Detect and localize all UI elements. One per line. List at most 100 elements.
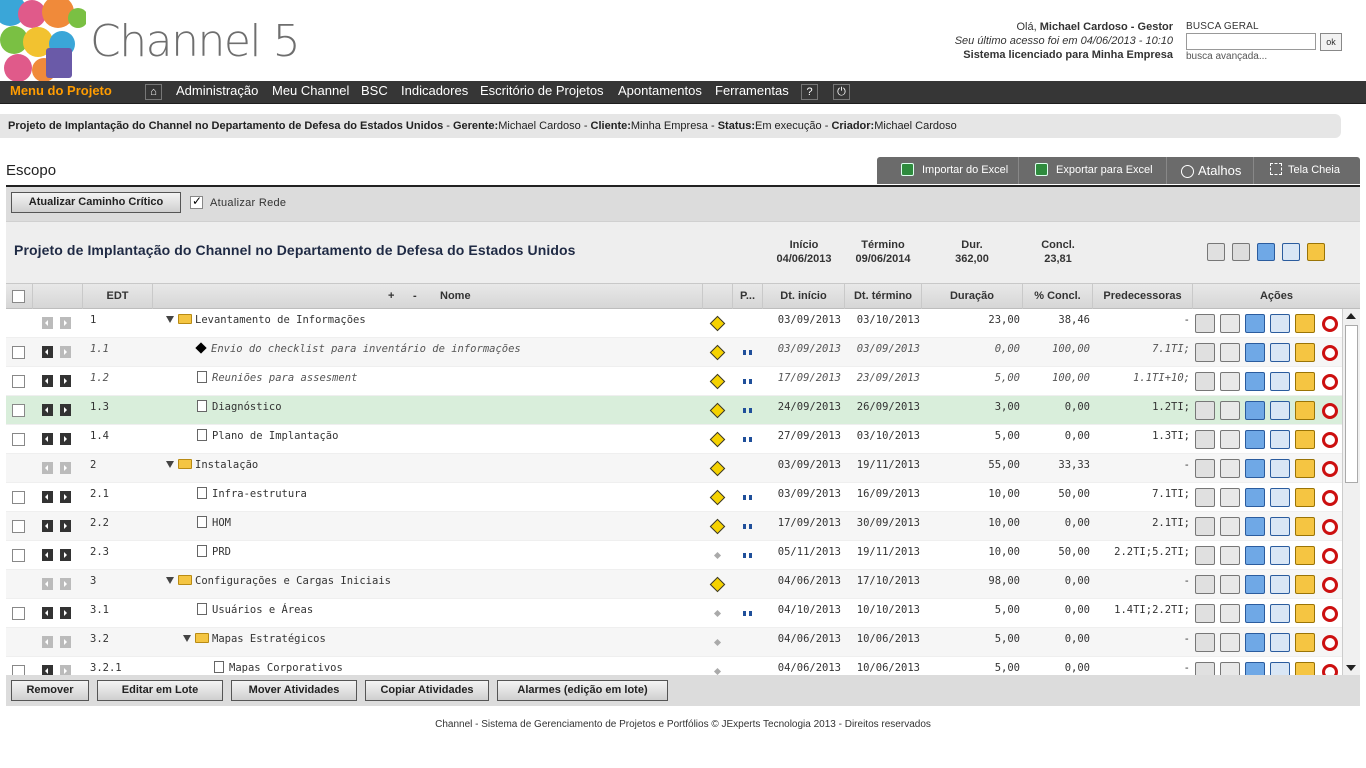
delete-icon[interactable] [1322,490,1338,506]
row-checkbox[interactable] [12,375,25,388]
table-row[interactable]: 3.2.1 Mapas Corporativos 04/06/2013 10/06/2… [6,657,1342,675]
add-task-icon[interactable] [1245,662,1265,675]
table-row[interactable]: 3.2 Mapas Estratégicos 04/06/2013 10/06/201… [6,628,1342,657]
add-subtask-icon[interactable] [1270,314,1290,333]
report-icon[interactable] [1195,662,1215,675]
move-left-icon[interactable] [42,607,53,619]
update-network-checkbox[interactable]: ✓ [190,194,203,209]
add-task-icon[interactable] [1245,401,1265,420]
add-task-icon[interactable] [1245,314,1265,333]
grid-scrollbar[interactable] [1342,309,1360,675]
report-icon[interactable] [1195,517,1215,536]
move-right-icon[interactable] [60,578,71,590]
report-icon[interactable] [1195,430,1215,449]
table-row[interactable]: 1.4 Plano de Implantação 27/09/2013 03/10/2… [6,425,1342,454]
sp-icon[interactable] [1295,488,1315,507]
warning-icon[interactable] [709,315,726,332]
report-icon[interactable] [1195,604,1215,623]
batch-alarms-button[interactable]: Alarmes (edição em lote) [497,680,668,701]
report-icon[interactable] [1207,243,1225,261]
move-left-icon[interactable] [42,375,53,387]
warning-icon[interactable] [709,431,726,448]
scroll-thumb[interactable] [1345,325,1358,483]
name-cell[interactable]: Configurações e Cargas Iniciais [166,570,391,599]
menu-item-apontamentos[interactable]: Apontamentos [618,83,702,98]
collapse-icon[interactable] [166,577,174,584]
add-task-icon[interactable] [1245,604,1265,623]
name-cell[interactable]: Mapas Corporativos [214,657,343,675]
row-checkbox[interactable] [12,404,25,417]
name-cell[interactable]: Diagnóstico [197,396,282,425]
add-subtask-icon[interactable] [1270,546,1290,565]
name-cell[interactable]: Reuniões para assesment [197,367,357,396]
search-icon[interactable] [1220,401,1240,420]
move-right-icon[interactable] [60,346,71,358]
dependency-icon[interactable] [743,524,752,529]
row-checkbox[interactable] [12,549,25,562]
warning-icon[interactable] [709,576,726,593]
table-row[interactable]: 3.1 Usuários e Áreas 04/10/2013 10/10/2013 5… [6,599,1342,628]
add-task-icon[interactable] [1245,343,1265,362]
add-subtask-icon[interactable] [1270,343,1290,362]
home-icon[interactable]: ⌂ [145,84,162,100]
logo-icon[interactable] [0,0,86,81]
add-subtask-icon[interactable] [1270,459,1290,478]
sp-icon[interactable] [1295,314,1315,333]
export-excel-button[interactable]: Exportar para Excel [1019,157,1167,184]
name-cell[interactable]: HOM [197,512,231,541]
add-subtask-icon[interactable] [1270,430,1290,449]
header-start[interactable]: Dt. início [763,284,845,309]
table-row[interactable]: 2.1 Infra-estrutura 03/09/2013 16/09/2013 10… [6,483,1342,512]
delete-icon[interactable] [1322,403,1338,419]
warning-icon[interactable] [709,518,726,535]
dependency-icon[interactable] [743,553,752,558]
delete-icon[interactable] [1322,345,1338,361]
delete-icon[interactable] [1322,635,1338,651]
report-icon[interactable] [1195,459,1215,478]
shortcuts-button[interactable]: Atalhos [1167,157,1254,184]
add-task-icon[interactable] [1245,575,1265,594]
delete-icon[interactable] [1322,577,1338,593]
search-icon[interactable] [1220,662,1240,675]
sp-icon[interactable] [1295,575,1315,594]
add-subtask-icon[interactable] [1270,517,1290,536]
select-all-checkbox[interactable] [12,290,25,303]
report-icon[interactable] [1195,575,1215,594]
move-right-icon[interactable] [60,375,71,387]
advanced-search-link[interactable]: busca avançada... [1186,51,1267,62]
move-right-icon[interactable] [60,491,71,503]
search-icon[interactable] [1220,517,1240,536]
dependency-icon[interactable] [743,495,752,500]
move-right-icon[interactable] [60,404,71,416]
import-excel-button[interactable]: Importar do Excel [877,157,1019,184]
add-subtask-icon[interactable] [1282,243,1300,261]
expand-all-button[interactable]: + [388,284,394,309]
move-right-icon[interactable] [60,665,71,675]
delete-icon[interactable] [1322,316,1338,332]
table-row[interactable]: 1.3 Diagnóstico 24/09/2013 26/09/2013 3,00 0,… [6,396,1342,425]
table-row[interactable]: 2.3 PRD 05/11/2013 19/11/2013 10,00 50,00 2.2T… [6,541,1342,570]
search-icon[interactable] [1220,575,1240,594]
report-icon[interactable] [1195,314,1215,333]
scroll-down-icon[interactable] [1346,665,1356,671]
search-icon[interactable] [1220,604,1240,623]
report-icon[interactable] [1195,546,1215,565]
add-task-icon[interactable] [1245,517,1265,536]
collapse-icon[interactable] [183,635,191,642]
table-row[interactable]: 2.2 HOM 17/09/2013 30/09/2013 10,00 0,00 2.1TI… [6,512,1342,541]
collapse-all-button[interactable]: - [413,284,417,309]
move-left-icon[interactable] [42,433,53,445]
sp-icon[interactable] [1295,372,1315,391]
search-icon[interactable] [1220,430,1240,449]
add-subtask-icon[interactable] [1270,401,1290,420]
header-duration[interactable]: Duração [922,284,1023,309]
collapse-icon[interactable] [166,316,174,323]
menu-item-escritorio[interactable]: Escritório de Projetos [480,83,604,98]
add-subtask-icon[interactable] [1270,575,1290,594]
dependency-icon[interactable] [743,350,752,355]
search-icon[interactable] [1220,459,1240,478]
delete-icon[interactable] [1322,664,1338,675]
move-left-icon[interactable] [42,462,53,474]
scroll-up-icon[interactable] [1346,313,1356,319]
move-right-icon[interactable] [60,317,71,329]
